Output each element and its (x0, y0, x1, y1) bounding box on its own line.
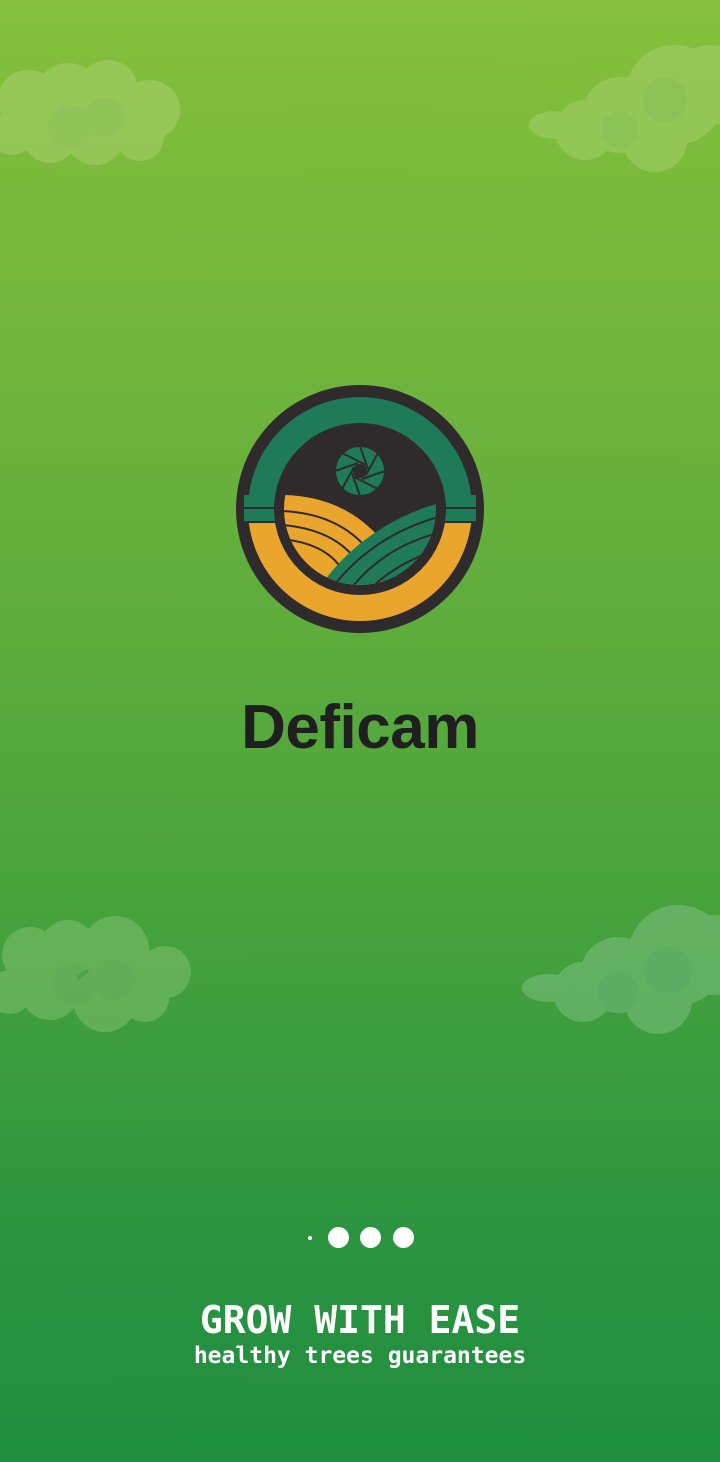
page-dot-2[interactable] (328, 1227, 349, 1248)
onboarding-headline: GROW WITH EASE (199, 1298, 521, 1342)
page-indicator (300, 1226, 420, 1250)
cloud-top-right (529, 45, 720, 172)
page-dot-4[interactable] (393, 1227, 414, 1248)
page-dot-active[interactable] (308, 1236, 312, 1240)
app-name: Deficam (241, 693, 479, 762)
cloud-bottom-right (522, 905, 720, 1034)
app-logo (236, 385, 484, 633)
cloud-top-left (0, 60, 180, 165)
aperture-icon (334, 445, 386, 497)
onboarding-tagline: healthy trees guarantees (193, 1343, 527, 1369)
cloud-bottom-left (0, 916, 191, 1032)
page-dot-3[interactable] (360, 1227, 381, 1248)
